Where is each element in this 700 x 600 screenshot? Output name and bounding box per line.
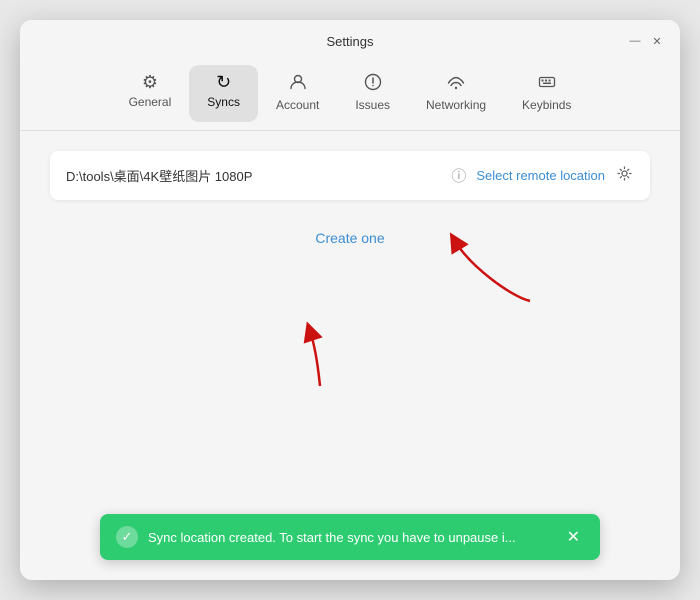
tab-account[interactable]: Account [258,65,337,122]
window-controls: — ✕ [628,34,664,48]
keybinds-icon [538,73,556,94]
minimize-button[interactable]: — [628,34,642,48]
close-button[interactable]: ✕ [650,34,664,48]
general-icon: ⚙ [142,73,158,91]
toast-close-button[interactable]: ✕ [563,527,584,547]
arrow-lower [290,326,350,391]
window-title: Settings [327,34,374,49]
create-one-button[interactable]: Create one [315,230,384,246]
toast-message: Sync location created. To start the sync… [148,530,553,545]
account-icon [289,73,307,94]
sync-row: D:\tools\桌面\4K壁纸图片 1080P ⓘ Select remote… [50,151,650,200]
syncs-icon: ↻ [216,73,231,91]
create-one-area: Create one [50,230,650,246]
tab-syncs[interactable]: ↻ Syncs [189,65,258,122]
tab-general[interactable]: ⚙ General [111,65,190,122]
toast-notification: ✓ Sync location created. To start the sy… [100,514,600,560]
networking-icon [447,73,465,94]
title-bar: Settings — ✕ [20,20,680,59]
select-remote-link[interactable]: Select remote location [476,168,605,183]
sync-path: D:\tools\桌面\4K壁纸图片 1080P [66,166,441,185]
toast-check-icon: ✓ [116,526,138,548]
tab-keybinds[interactable]: Keybinds [504,65,589,122]
issues-icon [364,73,382,94]
tab-issues[interactable]: Issues [337,65,408,122]
content-area: D:\tools\桌面\4K壁纸图片 1080P ⓘ Select remote… [20,131,680,580]
info-icon[interactable]: ⓘ [451,165,466,186]
settings-window: Settings — ✕ ⚙ General ↻ Syncs Account [20,20,680,580]
sync-settings-gear-icon[interactable] [615,166,634,185]
arrow-upper [450,236,540,311]
tabs-bar: ⚙ General ↻ Syncs Account [20,59,680,122]
tab-networking[interactable]: Networking [408,65,504,122]
